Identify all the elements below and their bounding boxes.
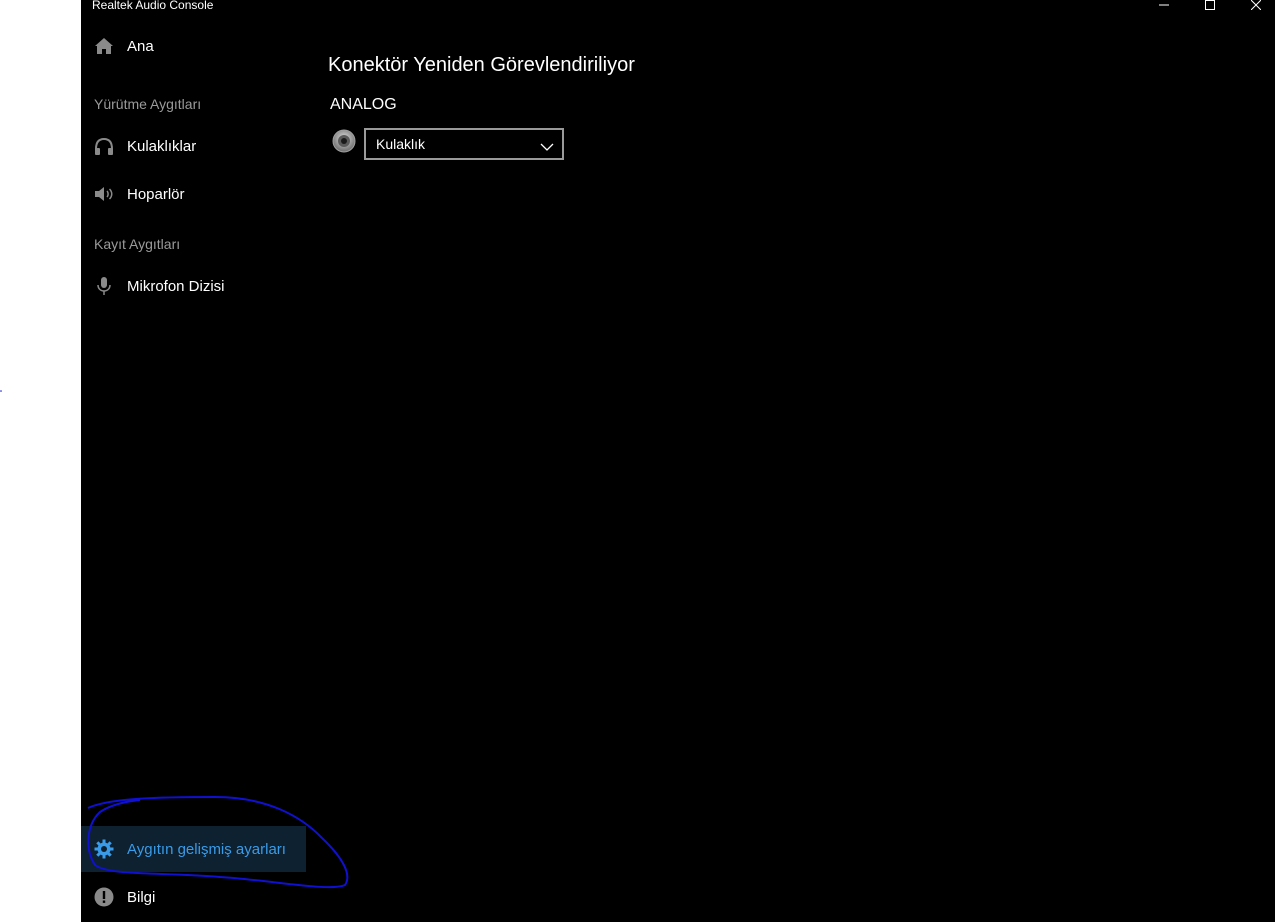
window-title: Realtek Audio Console <box>92 0 214 12</box>
sidebar-item-headphones[interactable]: Kulaklıklar <box>81 123 306 169</box>
playback-section-heading: Yürütme Aygıtları <box>94 96 202 112</box>
maximize-icon <box>1205 0 1215 10</box>
sidebar-item-label: Kulaklıklar <box>127 137 197 155</box>
close-button[interactable] <box>1233 0 1275 16</box>
sidebar-item-label: Mikrofon Dizisi <box>127 277 225 295</box>
sidebar-item-info[interactable]: Bilgi <box>81 874 306 920</box>
app-window: Realtek Audio Console Ana Yürütme Aygıtl… <box>81 0 1275 922</box>
sidebar-item-label: Hoparlör <box>127 185 185 203</box>
title-bar: Realtek Audio Console <box>81 0 1275 14</box>
dropdown-selected-value: Kulaklık <box>376 136 426 152</box>
gear-icon <box>93 838 115 860</box>
sidebar-item-advanced-settings[interactable]: Aygıtın gelişmiş ayarları <box>81 826 306 872</box>
connector-type-dropdown[interactable]: Kulaklık <box>364 128 564 160</box>
home-icon <box>93 35 115 57</box>
info-icon <box>93 886 115 908</box>
microphone-icon <box>93 275 115 297</box>
sidebar-item-home[interactable]: Ana <box>81 23 306 69</box>
recording-section-heading: Kayıt Aygıtları <box>94 236 181 252</box>
sidebar-item-label: Ana <box>127 37 154 55</box>
page-title: Konektör Yeniden Görevlendiriliyor <box>328 54 635 76</box>
sidebar-item-label: Bilgi <box>127 888 156 906</box>
sidebar: Ana Yürütme Aygıtları Kulaklıklar Hoparl… <box>81 14 306 922</box>
minimize-button[interactable] <box>1141 0 1187 16</box>
analog-group-label: ANALOG <box>330 96 397 113</box>
close-icon <box>1251 0 1261 10</box>
speaker-icon <box>93 183 115 205</box>
maximize-button[interactable] <box>1187 0 1233 16</box>
chevron-down-icon <box>540 139 554 151</box>
sidebar-item-label: Aygıtın gelişmiş ayarları <box>127 840 286 858</box>
minimize-icon <box>1159 0 1169 10</box>
sidebar-item-microphone-array[interactable]: Mikrofon Dizisi <box>81 263 306 309</box>
headphones-icon <box>93 135 115 157</box>
sidebar-item-speaker[interactable]: Hoparlör <box>81 171 306 217</box>
audio-jack-icon <box>332 129 356 153</box>
